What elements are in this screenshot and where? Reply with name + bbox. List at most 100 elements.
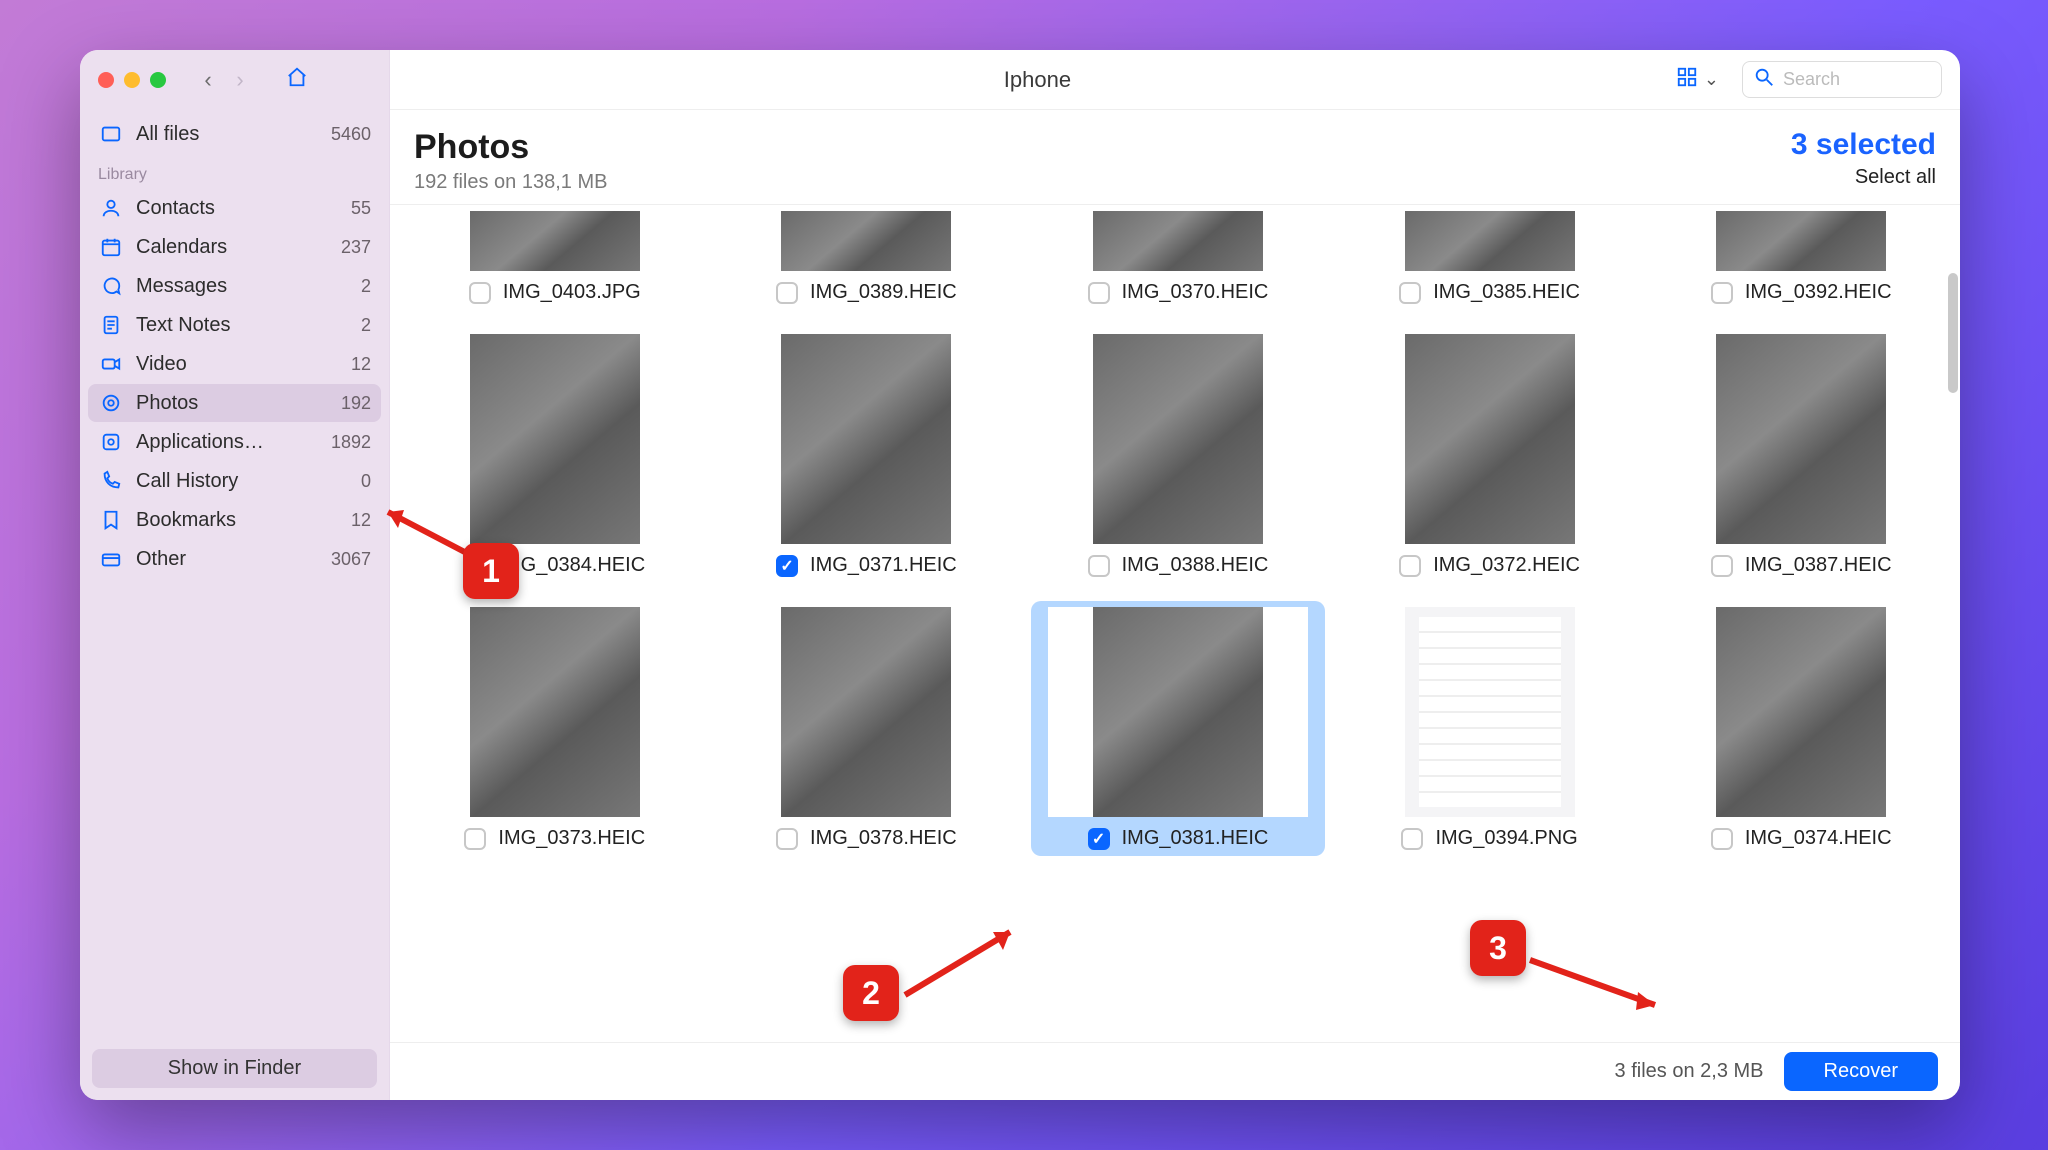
recover-button[interactable]: Recover [1784,1052,1938,1091]
vertical-scrollbar[interactable] [1948,273,1958,393]
photo-checkbox[interactable] [1711,282,1733,304]
sidebar-item-all-files[interactable]: All files 5460 [88,115,381,153]
photo-cell[interactable]: IMG_0389.HEIC [720,205,1014,310]
chevron-down-icon: ⌄ [1704,69,1719,90]
photo-cell[interactable]: IMG_0381.HEIC [1031,601,1325,856]
page-title: Photos [414,128,1791,167]
photo-thumbnail[interactable] [736,334,996,544]
thumbnail-image [1405,211,1575,271]
photo-filename: IMG_0392.HEIC [1745,281,1892,304]
sidebar-item-messages[interactable]: Messages2 [88,267,381,305]
photo-thumbnail[interactable] [736,607,996,817]
show-in-finder-button[interactable]: Show in Finder [92,1049,377,1088]
photo-cell[interactable]: IMG_0388.HEIC [1031,328,1325,583]
sidebar-item-label: Call History [136,470,361,493]
phone-icon [98,468,124,494]
photo-filename: IMG_0378.HEIC [810,827,957,850]
photo-checkbox[interactable] [1401,828,1423,850]
select-all-button[interactable]: Select all [1791,166,1936,189]
sidebar-item-bookmarks[interactable]: Bookmarks12 [88,501,381,539]
photo-cell[interactable]: IMG_0385.HEIC [1343,205,1637,310]
photo-caption-row: IMG_0371.HEIC [776,554,957,577]
photo-checkbox[interactable] [1088,828,1110,850]
sidebar-item-count: 2 [361,315,371,336]
photo-checkbox[interactable] [1711,828,1733,850]
sidebar-item-count: 12 [351,510,371,531]
sidebar-list: All files 5460 Library Contacts55Calenda… [80,110,389,1037]
photo-caption-row: IMG_0370.HEIC [1088,281,1269,304]
photo-caption-row: IMG_0373.HEIC [464,827,645,850]
sidebar-item-contacts[interactable]: Contacts55 [88,189,381,227]
photo-filename: IMG_0385.HEIC [1433,281,1580,304]
sidebar-item-label: Applications… [136,431,331,454]
contacts-icon [98,195,124,221]
sidebar-item-count: 237 [341,237,371,258]
photo-thumbnail[interactable] [425,211,685,271]
photo-thumbnail[interactable] [1671,334,1931,544]
photo-grid-container[interactable]: IMG_0403.JPG IMG_0389.HEIC IMG_0370.HEIC IM… [390,205,1960,1042]
photo-checkbox[interactable] [1088,282,1110,304]
view-mode-toggle[interactable]: ⌄ [1667,61,1728,98]
photo-thumbnail[interactable] [1048,211,1308,271]
photo-filename: IMG_0374.HEIC [1745,827,1892,850]
photo-filename: IMG_0381.HEIC [1122,827,1269,850]
photo-grid: IMG_0403.JPG IMG_0389.HEIC IMG_0370.HEIC IM… [408,205,1954,868]
photo-cell[interactable]: IMG_0371.HEIC [720,328,1014,583]
sidebar-item-video[interactable]: Video12 [88,345,381,383]
grid-view-icon [1676,66,1698,93]
sidebar-item-label: Photos [136,392,341,415]
sidebar-item-other[interactable]: Other3067 [88,540,381,578]
photo-cell[interactable]: IMG_0370.HEIC [1031,205,1325,310]
photo-checkbox[interactable] [776,555,798,577]
home-icon[interactable] [286,66,308,94]
sidebar-item-count: 55 [351,198,371,219]
photo-cell[interactable]: IMG_0373.HEIC [408,601,702,856]
maximize-window-button[interactable] [150,72,166,88]
photo-thumbnail[interactable] [1671,607,1931,817]
search-box[interactable] [1742,61,1942,98]
photo-checkbox[interactable] [1088,555,1110,577]
video-icon [98,351,124,377]
photo-cell[interactable]: IMG_0387.HEIC [1654,328,1948,583]
sidebar-item-calendars[interactable]: Calendars237 [88,228,381,266]
nav-forward-button[interactable]: › [226,67,254,93]
photo-thumbnail[interactable] [425,607,685,817]
photo-cell[interactable]: IMG_0403.JPG [408,205,702,310]
photo-cell[interactable]: IMG_0372.HEIC [1343,328,1637,583]
photo-thumbnail[interactable] [1360,334,1620,544]
sidebar-item-applications-[interactable]: Applications…1892 [88,423,381,461]
photo-thumbnail[interactable] [1671,211,1931,271]
nav-back-button[interactable]: ‹ [194,67,222,93]
photo-caption-row: IMG_0378.HEIC [776,827,957,850]
photo-checkbox[interactable] [464,828,486,850]
close-window-button[interactable] [98,72,114,88]
sidebar-item-text-notes[interactable]: Text Notes2 [88,306,381,344]
photo-checkbox[interactable] [776,282,798,304]
messages-icon [98,273,124,299]
all-files-icon [98,121,124,147]
photo-thumbnail[interactable] [1048,607,1308,817]
photo-cell[interactable]: IMG_0378.HEIC [720,601,1014,856]
photo-thumbnail[interactable] [736,211,996,271]
photo-checkbox[interactable] [1711,555,1733,577]
photo-caption-row: IMG_0388.HEIC [1088,554,1269,577]
search-input[interactable] [1783,69,1931,90]
photo-checkbox[interactable] [776,828,798,850]
footer-status: 3 files on 2,3 MB [1615,1060,1764,1083]
photo-cell[interactable]: IMG_0392.HEIC [1654,205,1948,310]
photo-thumbnail[interactable] [1360,211,1620,271]
photo-caption-row: IMG_0374.HEIC [1711,827,1892,850]
sidebar-item-photos[interactable]: Photos192 [88,384,381,422]
photo-filename: IMG_0403.JPG [503,281,641,304]
minimize-window-button[interactable] [124,72,140,88]
annotation-badge-1: 1 [463,543,519,599]
photo-cell[interactable]: IMG_0394.PNG [1343,601,1637,856]
photo-thumbnail[interactable] [1048,334,1308,544]
photo-checkbox[interactable] [1399,555,1421,577]
sidebar-item-call-history[interactable]: Call History0 [88,462,381,500]
photo-checkbox[interactable] [469,282,491,304]
photo-checkbox[interactable] [1399,282,1421,304]
photo-cell[interactable]: IMG_0374.HEIC [1654,601,1948,856]
thumbnail-image [781,211,951,271]
photo-thumbnail[interactable] [1360,607,1620,817]
